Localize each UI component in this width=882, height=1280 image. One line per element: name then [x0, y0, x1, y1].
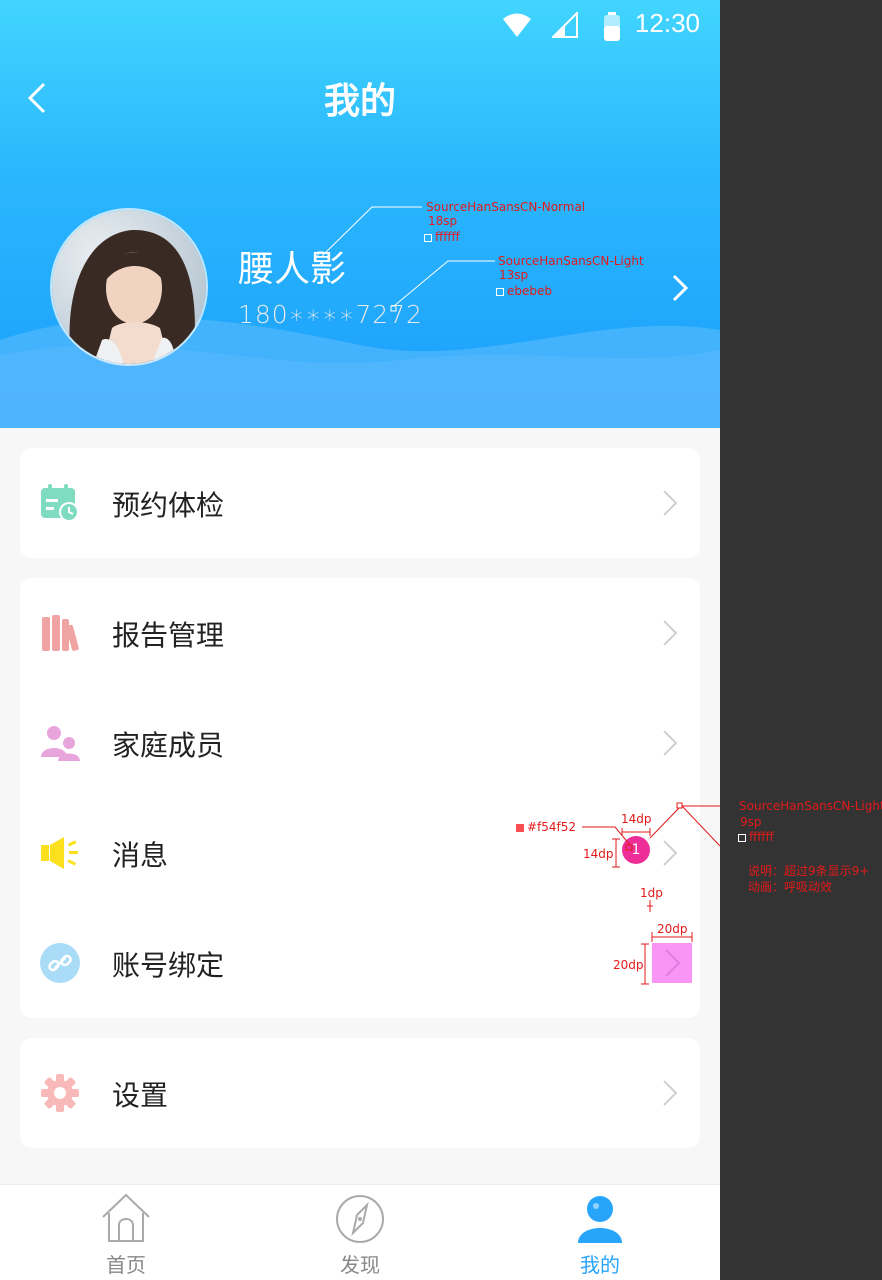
avatar[interactable]: [50, 208, 208, 366]
tab-home-label: 首页: [106, 1253, 146, 1277]
annotation-phone-color-text: ebebeb: [507, 284, 552, 298]
profile-header: 12:30 我的 腰人影 180∗∗∗∗7272: [0, 0, 720, 428]
annotation-name-color-text: ffffff: [435, 230, 460, 244]
menu-item-family[interactable]: 家庭成员: [20, 688, 700, 798]
tab-discover-label: 发现: [340, 1253, 380, 1277]
menu-label-reports: 报告管理: [112, 619, 225, 652]
menu-label-settings: 设置: [112, 1079, 169, 1112]
color-swatch-icon: [516, 823, 524, 832]
annotation-badge-color-text: #f54f52: [527, 820, 577, 834]
annotation-badge-height: 14dp: [583, 847, 614, 861]
menu-card-main: 报告管理 家庭成员 消息 1 账号绑定: [20, 578, 700, 1018]
annotation-badge-font-size: 9sp: [740, 815, 762, 829]
wifi-icon: [503, 13, 531, 37]
menu-card-settings: 设置: [20, 1038, 700, 1148]
tab-mine-label: 我的: [580, 1253, 620, 1277]
message-count-badge: 1: [622, 836, 650, 864]
menu-label-appointment: 预约体检: [112, 489, 225, 522]
menu-card-appointment: 预约体检: [20, 448, 700, 558]
home-icon: [102, 1193, 150, 1242]
calendar-clock-icon: [41, 484, 79, 522]
chevron-right-icon: [663, 840, 678, 866]
annotation-phone-font: SourceHanSansCN-Light: [498, 254, 644, 268]
megaphone-icon: [41, 837, 78, 869]
gear-icon: [41, 1074, 79, 1112]
tab-mine[interactable]: 我的: [525, 1185, 675, 1280]
profile-chevron-right-icon[interactable]: [668, 270, 692, 306]
chevron-right-icon: [663, 1080, 678, 1106]
tab-home[interactable]: 首页: [51, 1185, 201, 1280]
annotation-badge-font: SourceHanSansCN-Light: [739, 799, 882, 813]
menu-label-account-binding: 账号绑定: [112, 949, 225, 982]
user-phone: 180∗∗∗∗7272: [238, 300, 423, 329]
status-time: 12:30: [634, 8, 700, 38]
annotation-phone-size: 13sp: [499, 268, 529, 282]
avatar-photo: [52, 210, 206, 364]
annotation-phone-color: ebebeb: [496, 284, 552, 298]
menu-item-account-binding[interactable]: 账号绑定: [20, 908, 700, 1018]
annotation-arrow-width: 20dp: [657, 922, 688, 936]
family-members-icon: [41, 726, 80, 761]
chevron-right-icon: [663, 730, 678, 756]
tab-discover[interactable]: 发现: [285, 1185, 435, 1280]
color-swatch-icon: [496, 287, 504, 296]
annotation-badge-color: #f54f52: [516, 820, 576, 834]
annotation-name-color: ffffff: [424, 230, 460, 244]
annotation-badge-note: 说明：超过9条显示9+: [748, 864, 870, 878]
annotation-badge-width: 14dp: [621, 812, 652, 826]
books-icon: [42, 615, 79, 651]
color-swatch-icon: [738, 833, 746, 842]
annotation-name-size: 18sp: [428, 214, 458, 228]
annotation-badge-font-color: ffffff: [738, 830, 774, 844]
page-title: 我的: [323, 81, 396, 122]
user-name: 腰人影: [238, 249, 347, 290]
annotation-badge-font-color-text: ffffff: [749, 830, 774, 844]
menu-item-settings[interactable]: 设置: [20, 1038, 700, 1148]
status-bar: 12:30: [0, 0, 720, 50]
user-icon: [578, 1196, 622, 1243]
chevron-right-icon: [663, 490, 678, 516]
bottom-tab-bar: 首页 发现 我的: [0, 1184, 720, 1280]
annotation-arrow-height: 20dp: [613, 958, 644, 972]
color-swatch-icon: [424, 233, 432, 242]
menu-label-messages: 消息: [112, 839, 169, 872]
signal-icon: [552, 12, 578, 38]
annotation-name-font: SourceHanSansCN-Normal: [426, 200, 586, 214]
battery-icon: [604, 12, 620, 41]
phone-screen: 12:30 我的 腰人影 180∗∗∗∗7272 预约体检 报告管理 家庭成员 …: [0, 0, 720, 1280]
link-icon: [40, 943, 80, 983]
annotation-gap: 1dp: [640, 886, 663, 900]
chevron-right-icon: [663, 620, 678, 646]
annotation-panel: SourceHanSansCN-Light 9sp ffffff 说明：超过9条…: [720, 0, 882, 1280]
menu-item-reports[interactable]: 报告管理: [20, 578, 700, 688]
menu-label-family: 家庭成员: [112, 729, 225, 762]
menu-item-appointment[interactable]: 预约体检: [20, 448, 700, 558]
compass-icon: [336, 1195, 384, 1243]
annotation-badge-animation: 动画：呼吸动效: [748, 880, 833, 894]
chevron-right-highlight-icon: [652, 943, 692, 983]
